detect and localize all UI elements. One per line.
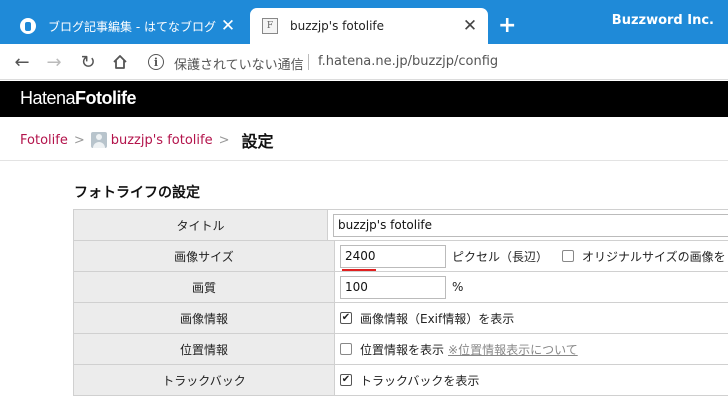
reload-icon[interactable]: ↻ <box>76 50 100 74</box>
size-input-wrapper <box>340 244 446 271</box>
image-info-label: 画像情報（Exif情報）を表示 <box>360 311 515 326</box>
location-label: 位置情報を表示 <box>360 342 445 357</box>
header-divider <box>0 160 728 161</box>
section-title: フォトライフの設定 <box>74 185 200 201</box>
hatena-fotolife-logo[interactable]: HatenaFotolife <box>20 88 137 109</box>
breadcrumb-separator: > <box>73 132 85 148</box>
tab-blog-editor[interactable]: ブログ記事編集 - はてなブログ ✕ <box>6 8 246 44</box>
row-value: ピクセル（長辺） オリジナルサイズの画像を <box>335 241 728 271</box>
browser-toolbar: ← → ↻ i 保護されていない通信 f.hatena.ne.jp/buzzjp… <box>0 44 728 80</box>
settings-row-image-info: 画像情報 ✔ 画像情報（Exif情報）を表示 <box>73 303 728 334</box>
back-arrow-icon[interactable]: ← <box>10 50 34 74</box>
row-value <box>328 210 728 240</box>
row-label: タイトル <box>73 210 328 240</box>
row-value: ✔ トラックバックを表示 <box>335 365 728 395</box>
breadcrumb-user-link[interactable]: buzzjp's fotolife <box>111 133 213 148</box>
quality-input[interactable] <box>340 275 446 299</box>
trackback-checkbox[interactable]: ✔ <box>340 374 352 386</box>
row-label: 画像サイズ <box>73 241 335 271</box>
settings-row-title: タイトル <box>73 210 728 241</box>
tab-title: buzzjp's fotolife <box>290 19 385 33</box>
profile-label[interactable]: Buzzword Inc. <box>612 13 714 28</box>
tab-fotolife[interactable]: F buzzjp's fotolife ✕ <box>250 8 488 44</box>
breadcrumb-separator: > <box>218 132 230 148</box>
avatar <box>90 132 107 148</box>
close-tab-icon[interactable]: ✕ <box>458 17 482 35</box>
fotolife-favicon-icon: F <box>262 18 278 34</box>
row-value: ✔ 画像情報（Exif情報）を表示 <box>335 303 728 333</box>
browser-tab-bar: ブログ記事編集 - はてなブログ ✕ F buzzjp's fotolife ✕… <box>0 0 728 44</box>
checkmark-icon: ✔ <box>341 312 351 323</box>
url-input[interactable]: f.hatena.ne.jp/buzzjp/config <box>318 54 498 69</box>
settings-table: タイトル 画像サイズ ピクセル（長辺） オリジナルサイズの画像を 画質 % 画像… <box>73 209 728 396</box>
row-label: 位置情報 <box>73 334 335 364</box>
row-label: 画質 <box>73 272 335 302</box>
hatena-blog-favicon-icon <box>20 18 36 34</box>
location-help-link[interactable]: ※位置情報表示について <box>448 341 578 358</box>
settings-row-quality: 画質 % <box>73 272 728 303</box>
trackback-label: トラックバックを表示 <box>360 373 480 388</box>
site-header: HatenaFotolife <box>0 81 728 117</box>
info-icon[interactable]: i <box>148 54 164 70</box>
quality-unit-label: % <box>452 280 464 294</box>
title-input[interactable] <box>333 213 728 237</box>
url-divider <box>308 54 309 70</box>
home-icon[interactable] <box>108 50 132 74</box>
settings-row-image-size: 画像サイズ ピクセル（長辺） オリジナルサイズの画像を <box>73 241 728 272</box>
row-label: トラックバック <box>73 365 335 395</box>
settings-row-trackback: トラックバック ✔ トラックバックを表示 <box>73 365 728 396</box>
original-size-checkbox[interactable] <box>562 250 575 262</box>
image-size-input[interactable] <box>340 244 446 268</box>
security-label[interactable]: 保護されていない通信 <box>174 54 304 73</box>
highlight-underline <box>342 268 376 271</box>
new-tab-button[interactable]: + <box>498 14 516 38</box>
logo-sub-text: Fotolife <box>75 88 137 108</box>
logo-main-text: Hatena <box>20 88 76 108</box>
size-unit-label: ピクセル（長辺） <box>452 249 549 264</box>
forward-arrow-icon[interactable]: → <box>42 50 66 74</box>
location-checkbox[interactable] <box>340 343 352 355</box>
settings-row-location: 位置情報 位置情報を表示 ※位置情報表示について <box>73 334 728 365</box>
image-info-checkbox[interactable]: ✔ <box>340 312 352 324</box>
tab-title: ブログ記事編集 - はてなブログ <box>48 19 216 34</box>
original-size-label: オリジナルサイズの画像を <box>582 249 726 264</box>
row-value: 位置情報を表示 ※位置情報表示について <box>335 334 728 364</box>
close-tab-icon[interactable]: ✕ <box>216 17 240 35</box>
page-title: 設定 <box>241 132 274 151</box>
breadcrumb: Fotolife > buzzjp's fotolife > 設定 <box>20 128 274 152</box>
breadcrumb-fotolife-link[interactable]: Fotolife <box>20 133 68 148</box>
checkmark-icon: ✔ <box>341 374 351 385</box>
row-label: 画像情報 <box>73 303 335 333</box>
row-value: % <box>335 272 728 302</box>
